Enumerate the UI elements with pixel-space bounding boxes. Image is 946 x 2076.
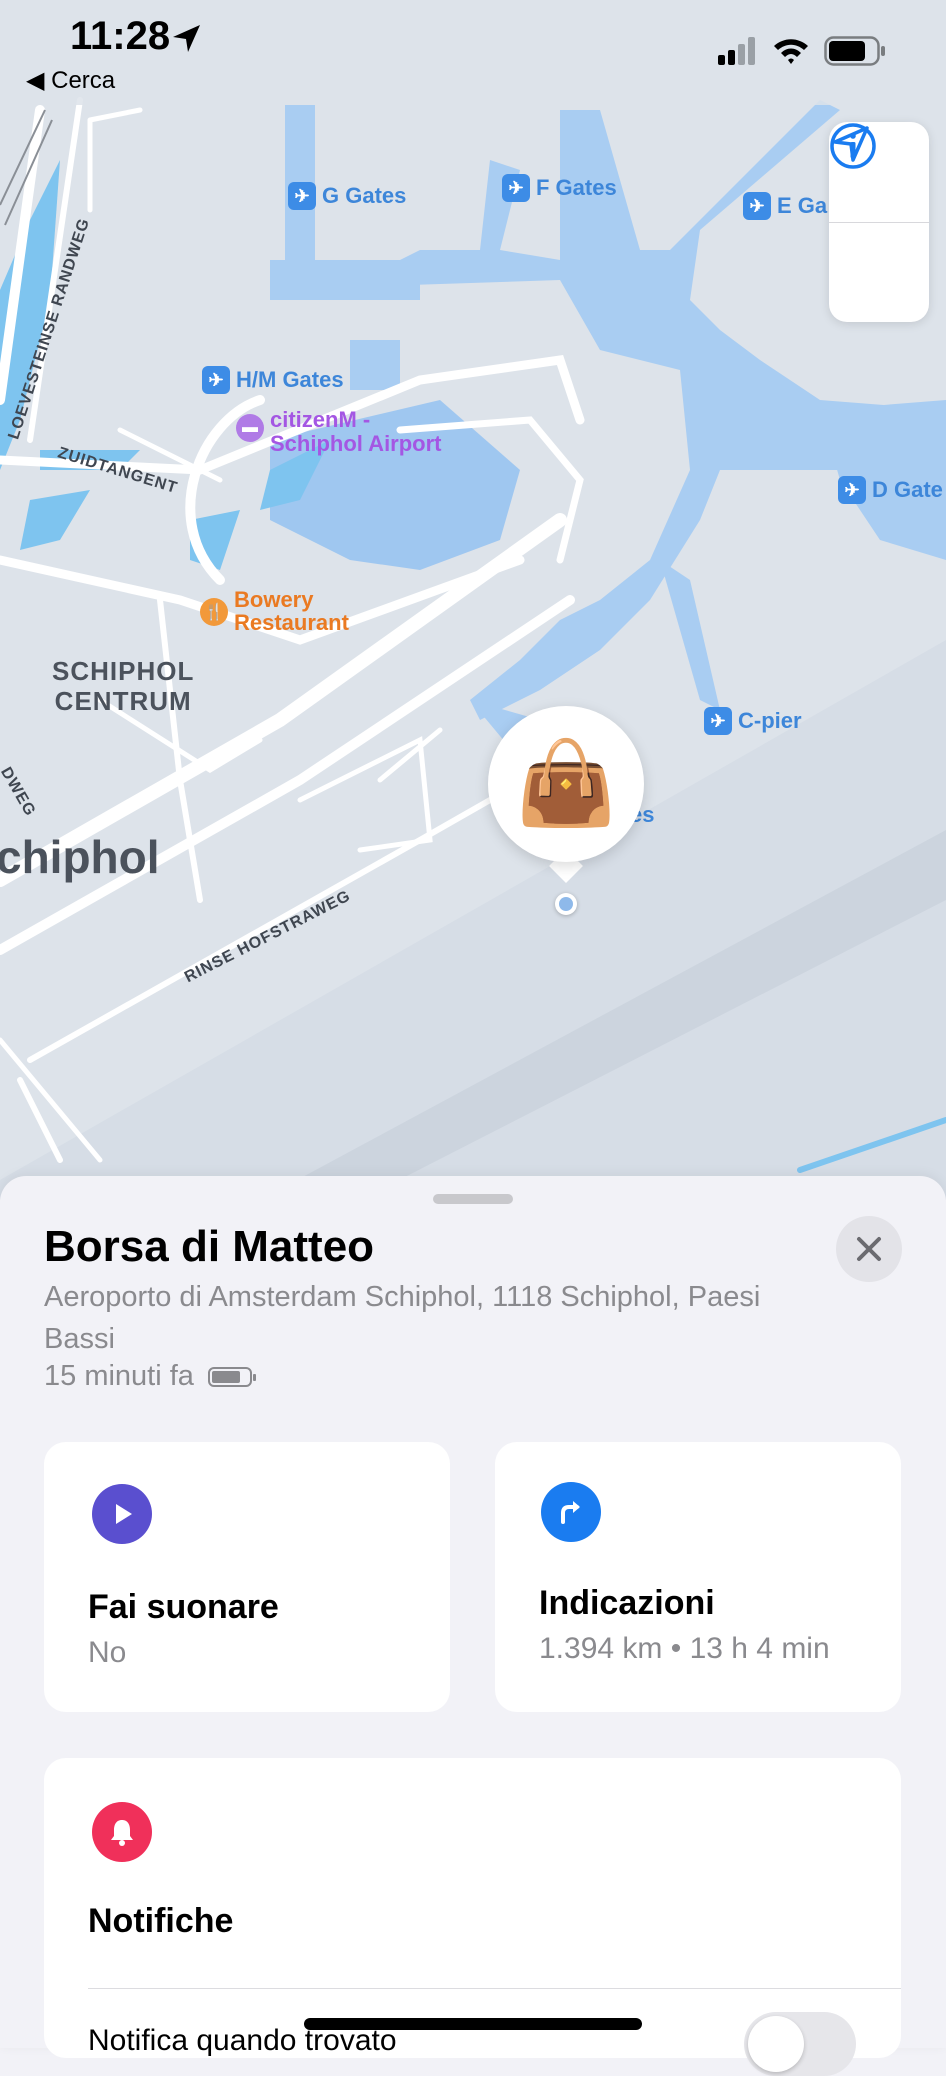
notify-when-found-toggle[interactable] [744,2012,856,2076]
handbag-icon: 👜 [514,738,618,829]
status-icons [718,36,886,66]
home-indicator[interactable] [304,2018,642,2030]
fork-knife-icon: 🍴 [200,598,228,626]
poi-c-pier[interactable]: ✈ C-pier [704,707,802,735]
poi-label: C-pier [738,708,802,733]
area-label-schiphol: chiphol [0,831,160,883]
poi-label: D Gate [872,477,943,502]
poi-e-gates[interactable]: ✈ E Ga [743,192,827,220]
directions-card[interactable]: Indicazioni 1.394 km • 13 h 4 min [495,1442,901,1712]
airport-gate-icon: ✈ [502,174,530,202]
poi-bowery-restaurant[interactable]: 🍴 Bowery Restaurant [200,588,349,634]
status-bar: 11:28 ◀ Cerca [0,0,946,105]
last-updated: 15 minuti fa [44,1360,256,1393]
last-updated-text: 15 minuti fa [44,1360,194,1392]
poi-label-line2: Restaurant [234,610,349,635]
close-icon [857,1237,881,1261]
item-title: Borsa di Matteo [44,1222,375,1271]
back-label: Cerca [51,67,116,94]
item-detail-sheet: Borsa di Matteo Aeroporto di Amsterdam S… [0,1176,946,2076]
bell-icon [92,1802,152,1862]
poi-label: E Ga [777,193,828,218]
divider [88,1988,901,1989]
airport-gate-icon: ✈ [743,192,771,220]
directions-distance-time: 1.394 km • 13 h 4 min [539,1632,830,1665]
location-arrow-icon [173,25,200,52]
item-location-pin[interactable]: 👜 [488,706,644,862]
poi-hm-gates[interactable]: ✈ H/M Gates [202,366,344,394]
poi-label: H/M Gates [236,367,344,392]
airport-gate-icon: ✈ [288,182,316,210]
item-battery-icon [207,1366,256,1387]
play-sound-card[interactable]: Fai suonare No [44,1442,450,1712]
poi-label: G Gates [322,183,407,208]
notifications-card: Notifiche Notifica quando trovato [44,1758,901,2076]
turn-right-arrow-icon [541,1482,601,1542]
area-label-schiphol-centrum: SCHIPHOL CENTRUM [52,656,195,716]
airport-gate-icon: ✈ [838,476,866,504]
airport-gate-icon: ✈ [202,366,230,394]
poi-label: F Gates [536,175,617,200]
poi-d-gates[interactable]: ✈ D Gate [838,476,943,504]
poi-label-line1: Bowery [234,587,314,612]
status-time: 11:28 [70,14,171,58]
directions-label: Indicazioni [539,1584,715,1622]
sheet-grabber[interactable] [433,1194,513,1204]
map-controls [829,122,929,322]
cellular-signal-icon [718,37,755,65]
poi-label-line1: citizenM - [270,407,371,432]
play-sound-label: Fai suonare [88,1588,279,1626]
map-view[interactable]: ✈ G Gates ✈ F Gates ✈ E Ga ✈ H/M Gates ✈… [0,0,946,1200]
airport-gate-icon: ✈ [704,707,732,735]
wifi-icon [774,39,808,64]
poi-f-gates[interactable]: ✈ F Gates [502,174,617,202]
poi-g-gates[interactable]: ✈ G Gates [288,182,406,210]
location-arrow-icon [833,126,869,162]
battery-icon [824,36,885,66]
poi-label-line2: Schiphol Airport [270,431,442,456]
map-canvas [0,97,946,1200]
location-dot [555,893,577,915]
play-icon [92,1484,152,1544]
poi-citizenm-hotel[interactable]: ▬ citizenM - Schiphol Airport [236,408,442,456]
notifications-label: Notifiche [88,1902,234,1940]
item-address: Aeroporto di Amsterdam Schiphol, 1118 Sc… [44,1281,761,1355]
map-track-location-button[interactable] [829,126,929,323]
back-to-search-button[interactable]: ◀ Cerca [26,66,115,95]
hotel-bed-icon: ▬ [236,414,264,442]
close-button[interactable] [836,1216,902,1282]
play-sound-status: No [88,1636,127,1669]
